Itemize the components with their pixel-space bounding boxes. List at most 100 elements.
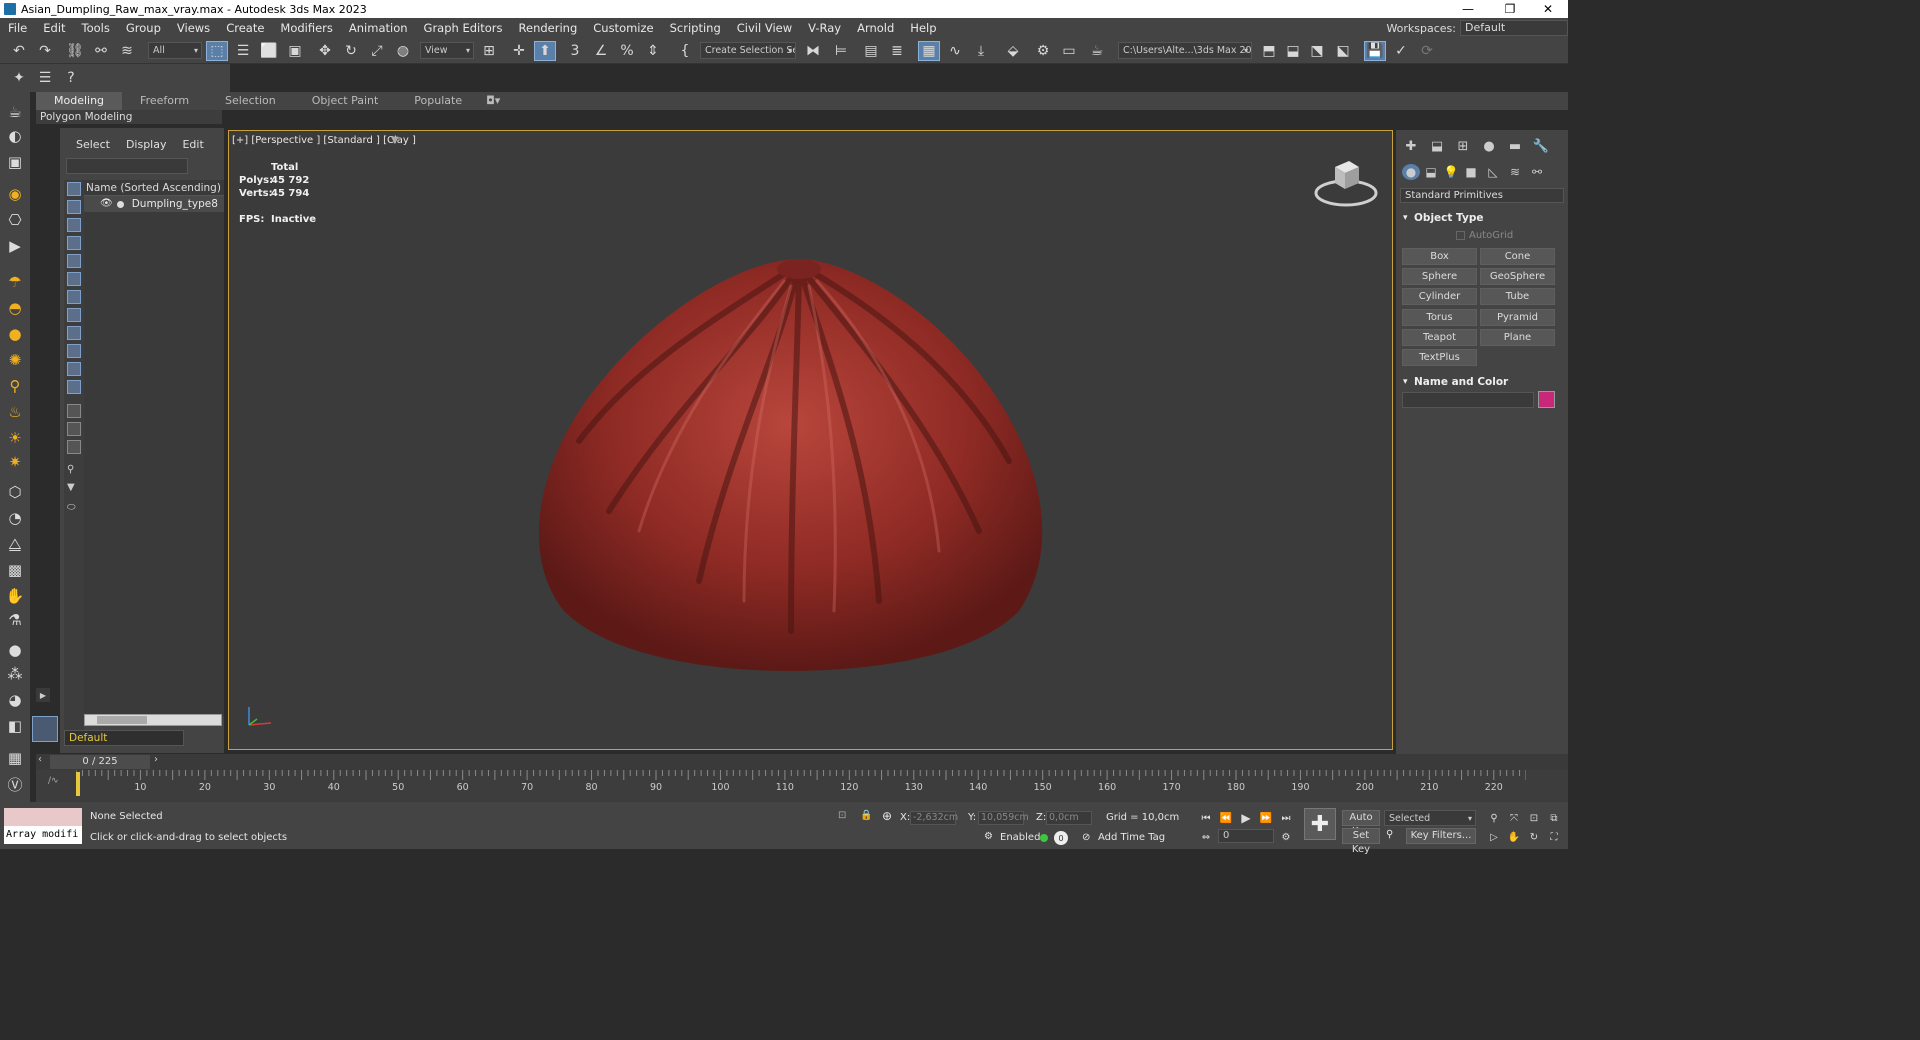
explorer-tab-select[interactable]: Select bbox=[76, 138, 110, 151]
render-setup-icon[interactable]: ⚙ bbox=[1032, 41, 1054, 61]
time-tag-icon[interactable]: ⊘ bbox=[1082, 832, 1090, 843]
bind-space-warp-icon[interactable]: ≋ bbox=[116, 41, 138, 61]
x-coord-input[interactable]: -2,632cm bbox=[910, 811, 958, 825]
select-children-icon[interactable]: ⬭ bbox=[67, 502, 81, 516]
help-icon[interactable]: ? bbox=[60, 68, 82, 88]
manipulate-icon[interactable]: ✛ bbox=[508, 41, 530, 61]
fov-icon[interactable]: ▷ bbox=[1486, 829, 1502, 845]
explorer-horizontal-scrollbar[interactable] bbox=[84, 714, 222, 726]
torus-button[interactable]: Torus bbox=[1402, 309, 1477, 326]
container-close-icon[interactable]: ⬔ bbox=[1306, 41, 1328, 61]
object-name-input[interactable] bbox=[1402, 392, 1534, 408]
lights-category-icon[interactable]: 💡 bbox=[1442, 164, 1460, 180]
freeze-dot-icon[interactable] bbox=[116, 200, 124, 208]
motion-tab-icon[interactable]: ● bbox=[1480, 138, 1498, 154]
select-by-name-icon[interactable]: ☰ bbox=[232, 41, 254, 61]
layer-dropdown[interactable]: Default bbox=[64, 730, 184, 746]
zoom-extents-icon[interactable]: ⊡ bbox=[1526, 810, 1542, 826]
geometry-category-icon[interactable]: ● bbox=[1402, 164, 1420, 180]
tab-populate[interactable]: Populate bbox=[396, 92, 480, 110]
plane-button[interactable]: Plane bbox=[1480, 329, 1555, 346]
teapot-button[interactable]: Teapot bbox=[1402, 329, 1477, 346]
menu-graph-editors[interactable]: Graph Editors bbox=[416, 21, 511, 35]
keyboard-shortcut-icon[interactable]: ⬆ bbox=[534, 41, 556, 61]
hand-icon[interactable]: ✋ bbox=[4, 586, 26, 606]
fur-icon[interactable]: ◔ bbox=[4, 508, 26, 528]
shapes-category-icon[interactable]: ⬓ bbox=[1422, 164, 1440, 180]
container-update-icon[interactable]: ⬕ bbox=[1332, 41, 1354, 61]
rect-selection-icon[interactable]: ⬜ bbox=[258, 41, 280, 61]
goto-start-icon[interactable]: ⏮ bbox=[1198, 810, 1214, 826]
box-button[interactable]: Box bbox=[1402, 248, 1477, 265]
move-icon[interactable]: ✥ bbox=[314, 41, 336, 61]
layer-manager-button[interactable] bbox=[32, 716, 58, 742]
funnel-icon[interactable]: ▼ bbox=[67, 482, 81, 496]
expand-arrow-icon[interactable]: ▶ bbox=[36, 688, 50, 702]
viewport-label[interactable]: [+] [Perspective ] [Standard ] [Clay ] bbox=[232, 135, 416, 146]
filter-icon[interactable]: ⚲ bbox=[67, 464, 81, 478]
cone-button[interactable]: Cone bbox=[1480, 248, 1555, 265]
frame-buffer-icon[interactable]: ◕ bbox=[4, 690, 26, 710]
viewport-filter-icon[interactable]: ▼ bbox=[391, 135, 399, 146]
maxscript-mini-listener[interactable]: Array modifi bbox=[4, 826, 82, 844]
explorer-search-input[interactable] bbox=[66, 158, 188, 174]
menu-rendering[interactable]: Rendering bbox=[511, 21, 586, 35]
filter-geometry-icon[interactable] bbox=[67, 182, 81, 196]
spinner-snap-icon[interactable]: ⇕ bbox=[642, 41, 664, 61]
key-mode-dropdown[interactable]: Selected bbox=[1384, 810, 1476, 826]
hierarchy-tab-icon[interactable]: ⊞ bbox=[1454, 138, 1472, 154]
display-none-icon[interactable] bbox=[67, 422, 81, 436]
tab-object-paint[interactable]: Object Paint bbox=[294, 92, 397, 110]
set-key-big-icon[interactable]: ✚ bbox=[1304, 808, 1336, 840]
material-sphere-icon[interactable]: ● bbox=[4, 640, 26, 660]
sync-icon[interactable]: ⟳ bbox=[1416, 41, 1438, 61]
filter-hidden-icon[interactable] bbox=[67, 380, 81, 394]
name-and-color-rollout[interactable]: Name and Color bbox=[1400, 374, 1564, 390]
utilities-tab-icon[interactable]: 🔧 bbox=[1532, 138, 1550, 154]
prev-key-icon[interactable]: ⏪ bbox=[1218, 810, 1234, 826]
container-open-icon[interactable]: ⬓ bbox=[1282, 41, 1304, 61]
menu-edit[interactable]: Edit bbox=[35, 21, 73, 35]
viewcube-icon[interactable] bbox=[1313, 155, 1379, 211]
menu-tools[interactable]: Tools bbox=[74, 21, 118, 35]
save-icon[interactable]: 💾 bbox=[1364, 41, 1386, 61]
workspace-dropdown[interactable]: Default bbox=[1460, 20, 1568, 36]
add-time-tag-button[interactable]: Add Time Tag bbox=[1098, 832, 1165, 843]
display-icon[interactable]: ▣ bbox=[4, 152, 26, 172]
filter-xrefs-icon[interactable] bbox=[67, 308, 81, 322]
tab-freeform[interactable]: Freeform bbox=[122, 92, 207, 110]
object-type-rollout[interactable]: Object Type bbox=[1400, 210, 1564, 226]
textplus-button[interactable]: TextPlus bbox=[1402, 349, 1477, 366]
menu-arnold[interactable]: Arnold bbox=[849, 21, 902, 35]
explorer-column-header[interactable]: Name (Sorted Ascending) bbox=[84, 180, 224, 196]
redo-icon[interactable]: ↷ bbox=[34, 41, 56, 61]
mirror-icon[interactable]: ⧓ bbox=[802, 41, 824, 61]
edit-named-selection-icon[interactable]: { bbox=[674, 41, 696, 61]
menu-create[interactable]: Create bbox=[218, 21, 272, 35]
select-object-icon[interactable]: ⬚ bbox=[206, 41, 228, 61]
camera-orbit-icon[interactable]: ◐ bbox=[4, 126, 26, 146]
key-tangent-icon[interactable]: ⚲ bbox=[1386, 829, 1393, 840]
container-icon[interactable]: ⬒ bbox=[1258, 41, 1280, 61]
align-icon[interactable]: ⊨ bbox=[830, 41, 852, 61]
project-path-dropdown[interactable]: C:\Users\Alte...\3ds Max 202: bbox=[1118, 42, 1252, 59]
key-filters-button[interactable]: Key Filters... bbox=[1406, 828, 1476, 844]
invert-display-icon[interactable] bbox=[67, 440, 81, 454]
z-coord-input[interactable]: 0,0cm bbox=[1046, 811, 1092, 825]
material-editor-icon[interactable]: ⬙ bbox=[1002, 41, 1024, 61]
pivot-icon[interactable]: ⊞ bbox=[478, 41, 500, 61]
ref-coord-dropdown[interactable]: View bbox=[420, 42, 474, 59]
menu-scripting[interactable]: Scripting bbox=[662, 21, 729, 35]
display-tab-icon[interactable]: ▬ bbox=[1506, 138, 1524, 154]
unlink-icon[interactable]: ⚯ bbox=[90, 41, 112, 61]
set-key-button[interactable]: Set Key bbox=[1342, 828, 1380, 855]
ribbon-toggle-icon[interactable]: ▦ bbox=[918, 41, 940, 61]
plane-icon[interactable]: ⧋ bbox=[4, 534, 26, 554]
y-coord-input[interactable]: 10,059cm bbox=[978, 811, 1029, 825]
menu-modifiers[interactable]: Modifiers bbox=[272, 21, 341, 35]
menu-help[interactable]: Help bbox=[902, 21, 944, 35]
filter-frozen-icon[interactable] bbox=[67, 362, 81, 376]
minimize-button[interactable]: — bbox=[1448, 0, 1488, 18]
selection-filter-dropdown[interactable]: All bbox=[148, 42, 202, 59]
filter-shapes-icon[interactable] bbox=[67, 200, 81, 214]
